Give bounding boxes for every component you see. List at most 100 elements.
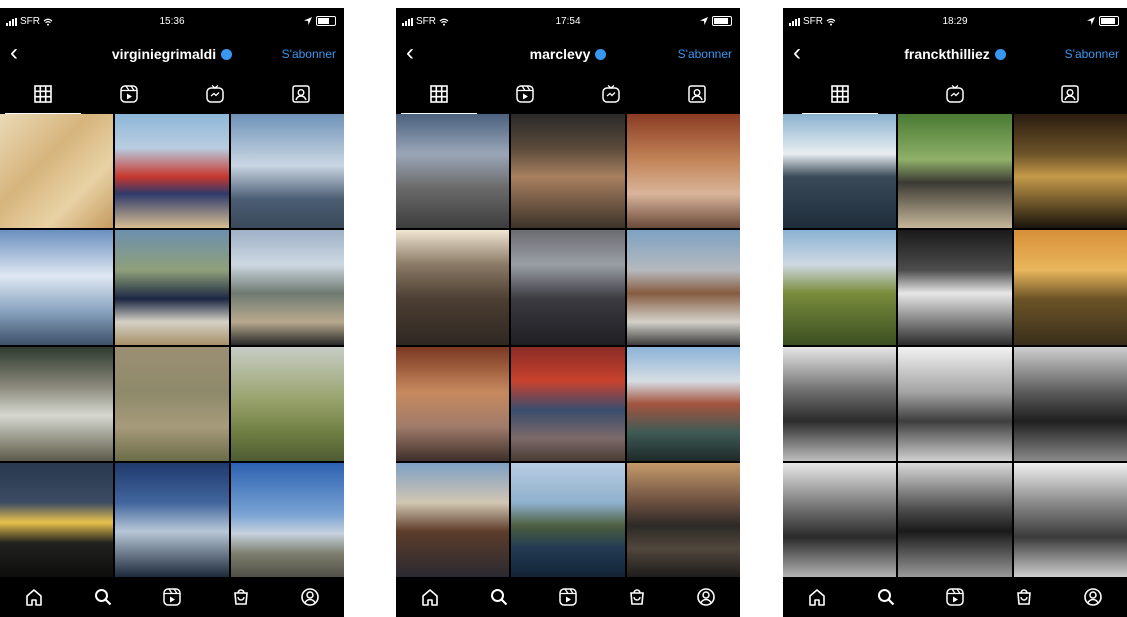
status-bar: SFR 17:54 xyxy=(396,8,740,34)
tab-igtv[interactable] xyxy=(591,79,631,109)
tab-reels[interactable] xyxy=(505,79,545,109)
home-icon[interactable] xyxy=(20,583,48,611)
photo-thumbnail[interactable] xyxy=(396,230,510,345)
photo-thumbnail[interactable] xyxy=(230,230,344,345)
grid-icon xyxy=(831,85,850,103)
reels-icon[interactable] xyxy=(941,583,969,611)
photo-thumbnail[interactable] xyxy=(511,114,625,229)
igtv-icon xyxy=(601,84,621,104)
tab-grid[interactable] xyxy=(5,79,81,115)
search-icon[interactable] xyxy=(872,583,900,611)
tab-grid[interactable] xyxy=(802,79,879,115)
follow-button[interactable]: S'abonner xyxy=(678,47,732,61)
profile-header: ‹ marclevy S'abonner xyxy=(396,38,740,68)
photo-thumbnail[interactable] xyxy=(898,114,1012,229)
photo-thumbnail[interactable] xyxy=(115,230,229,345)
tab-tagged[interactable] xyxy=(281,79,321,109)
follow-button[interactable]: S'abonner xyxy=(282,47,336,61)
shop-icon[interactable] xyxy=(227,583,255,611)
tab-tagged[interactable] xyxy=(677,79,717,109)
location-icon xyxy=(1087,17,1095,25)
battery-icon xyxy=(712,16,732,26)
bottom-nav xyxy=(396,577,740,617)
photo-thumbnail[interactable] xyxy=(783,230,897,345)
photo-thumbnail[interactable] xyxy=(626,346,740,461)
shop-icon[interactable] xyxy=(1010,583,1038,611)
photo-thumbnail[interactable] xyxy=(0,114,114,229)
photo-thumbnail[interactable] xyxy=(783,114,897,229)
verified-icon xyxy=(221,48,233,60)
photo-thumbnail[interactable] xyxy=(626,114,740,229)
photo-thumbnail[interactable] xyxy=(626,230,740,345)
photo-thumbnail[interactable] xyxy=(1013,346,1127,461)
photo-thumbnail[interactable] xyxy=(1013,114,1127,229)
location-icon xyxy=(700,17,708,25)
profile-icon[interactable] xyxy=(1079,583,1107,611)
photo-thumbnail[interactable] xyxy=(1013,462,1127,577)
bottom-nav xyxy=(783,577,1127,617)
shop-icon[interactable] xyxy=(623,583,651,611)
photo-thumbnail[interactable] xyxy=(115,462,229,577)
home-icon[interactable] xyxy=(416,583,444,611)
tab-igtv[interactable] xyxy=(935,79,975,109)
grid-icon xyxy=(34,85,52,103)
tagged-icon xyxy=(291,84,311,104)
photo-thumbnail[interactable] xyxy=(783,462,897,577)
verified-icon xyxy=(595,48,607,60)
photo-thumbnail[interactable] xyxy=(511,346,625,461)
tab-grid[interactable] xyxy=(401,79,477,115)
photo-thumbnail[interactable] xyxy=(1013,230,1127,345)
tagged-icon xyxy=(687,84,707,104)
photo-thumbnail[interactable] xyxy=(230,346,344,461)
status-time: 17:54 xyxy=(555,16,581,27)
photo-thumbnail[interactable] xyxy=(626,462,740,577)
reels-icon xyxy=(119,84,139,104)
tagged-icon xyxy=(1060,84,1080,104)
search-icon[interactable] xyxy=(89,583,117,611)
tab-igtv[interactable] xyxy=(195,79,235,109)
battery-icon xyxy=(1099,16,1119,26)
photo-thumbnail[interactable] xyxy=(511,462,625,577)
status-bar: SFR 18:29 xyxy=(783,8,1127,34)
photo-thumbnail[interactable] xyxy=(115,346,229,461)
phone-screen-2: SFR 17:54 ‹ marclevy S'abonner xyxy=(396,8,740,617)
photo-thumbnail[interactable] xyxy=(396,462,510,577)
search-icon[interactable] xyxy=(485,583,513,611)
reels-icon[interactable] xyxy=(158,583,186,611)
photo-thumbnail[interactable] xyxy=(898,462,1012,577)
photo-thumbnail[interactable] xyxy=(396,114,510,229)
tab-tagged[interactable] xyxy=(1050,79,1090,109)
home-icon[interactable] xyxy=(803,583,831,611)
profile-header: ‹ virginiegrimaldi S'abonner xyxy=(0,38,344,68)
photo-thumbnail[interactable] xyxy=(783,346,897,461)
profile-icon[interactable] xyxy=(692,583,720,611)
profile-tabs xyxy=(783,74,1127,115)
photo-thumbnail[interactable] xyxy=(0,462,114,577)
photo-thumbnail[interactable] xyxy=(230,114,344,229)
location-icon xyxy=(304,17,312,25)
phone-screen-3: SFR 18:29 ‹ franckthilliez S'abonner xyxy=(783,8,1127,617)
photo-thumbnail[interactable] xyxy=(511,230,625,345)
photo-thumbnail[interactable] xyxy=(396,346,510,461)
bottom-nav xyxy=(0,577,344,617)
profile-icon[interactable] xyxy=(296,583,324,611)
photo-grid xyxy=(396,114,740,577)
profile-header: ‹ franckthilliez S'abonner xyxy=(783,38,1127,68)
verified-icon xyxy=(994,48,1006,60)
battery-icon xyxy=(316,16,336,26)
photo-thumbnail[interactable] xyxy=(0,346,114,461)
photo-thumbnail[interactable] xyxy=(230,462,344,577)
photo-thumbnail[interactable] xyxy=(115,114,229,229)
photo-thumbnail[interactable] xyxy=(898,346,1012,461)
status-time: 18:29 xyxy=(942,16,968,27)
profile-tabs xyxy=(396,74,740,115)
reels-icon xyxy=(515,84,535,104)
tab-reels[interactable] xyxy=(109,79,149,109)
photo-thumbnail[interactable] xyxy=(0,230,114,345)
reels-icon[interactable] xyxy=(554,583,582,611)
follow-button[interactable]: S'abonner xyxy=(1065,47,1119,61)
photo-thumbnail[interactable] xyxy=(898,230,1012,345)
status-bar: SFR 15:36 xyxy=(0,8,344,34)
profile-tabs xyxy=(0,74,344,115)
photo-grid xyxy=(783,114,1127,577)
